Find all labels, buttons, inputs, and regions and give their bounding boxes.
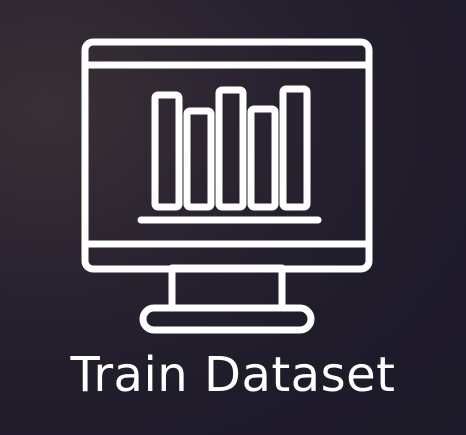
bar-3 <box>215 86 247 211</box>
monitor-neck <box>168 264 286 312</box>
monitor-bar-chart-icon <box>81 38 373 334</box>
monitor-frame <box>81 38 373 273</box>
bar-4 <box>247 105 279 211</box>
train-dataset-tile[interactable]: Train Dataset <box>0 0 466 435</box>
monitor-base <box>139 304 315 334</box>
tile-label: Train Dataset <box>70 347 396 403</box>
bar-2 <box>183 107 215 211</box>
bar-1 <box>151 91 183 211</box>
bar-5 <box>279 85 311 211</box>
